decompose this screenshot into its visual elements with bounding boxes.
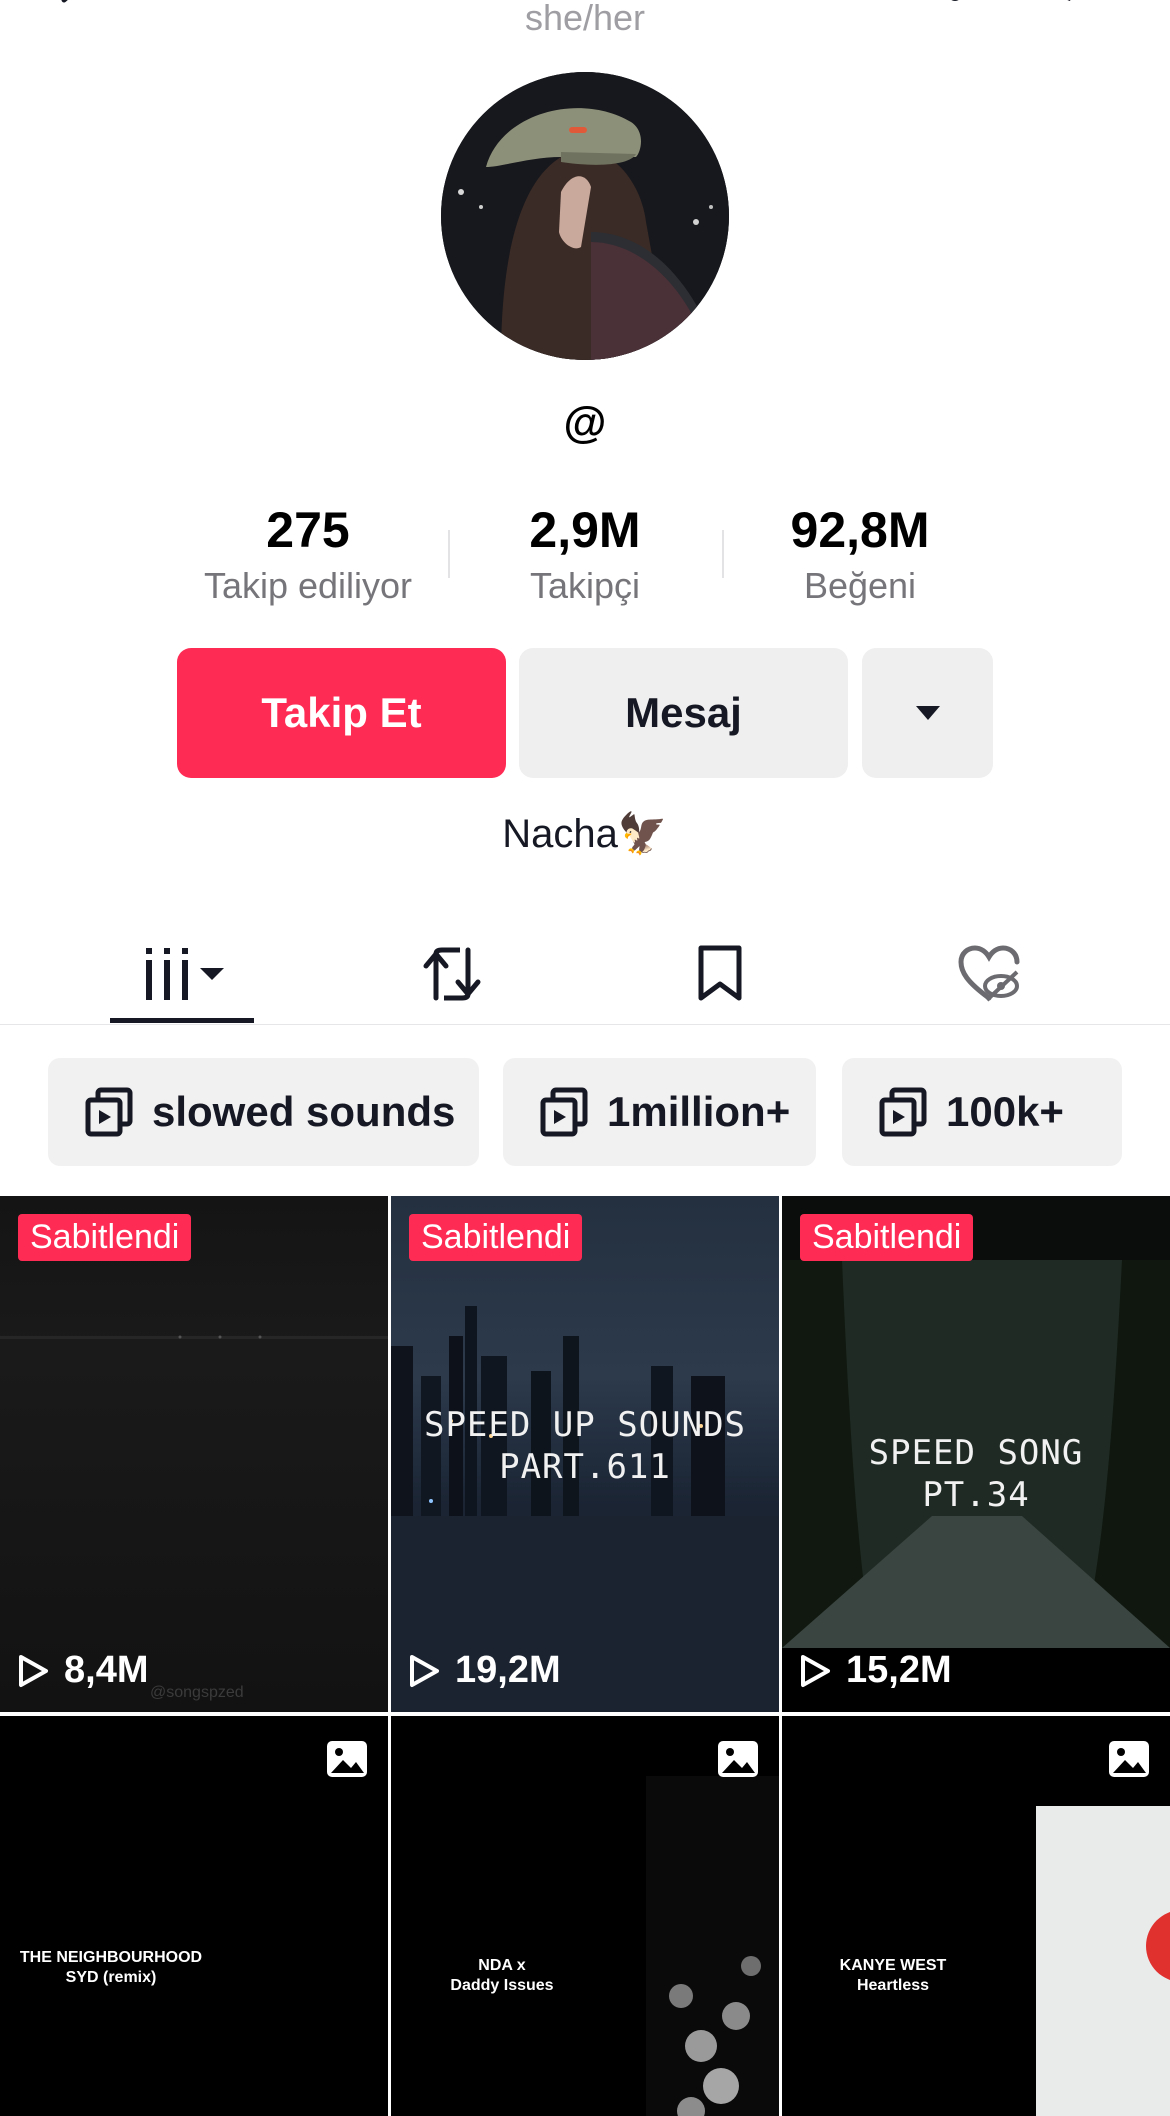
- photo-icon: [327, 1741, 367, 1777]
- pinned-badge: Sabitlendi: [800, 1214, 974, 1261]
- notification-bell-icon[interactable]: [935, 0, 975, 16]
- cover-line: SYD (remix): [65, 1969, 157, 1986]
- cover-line: NDA x: [478, 1957, 526, 1974]
- overlay-line: PART.611: [499, 1447, 671, 1487]
- cover-title: THE NEIGHBOURHOOD SYD (remix): [0, 1948, 222, 1988]
- video-overlay-title: SPEED UP SOUNDS PART.611: [391, 1404, 779, 1488]
- video-thumbnail[interactable]: Sabitlendi SPEED UP SOUNDS PART.611 19,2…: [391, 1196, 779, 1712]
- suggested-accounts-button[interactable]: [862, 648, 993, 778]
- watermark: @songspzed: [150, 1684, 244, 1701]
- video-overlay-title: SPEED SONG PT.34: [782, 1432, 1170, 1516]
- video-thumbnail[interactable]: Sabitlendi SPEED SONG PT.34 15,2M: [782, 1196, 1170, 1712]
- photo-post[interactable]: NDA x Daddy Issues: [391, 1716, 779, 2116]
- cover-line: THE NEIGHBOURHOOD: [19, 1949, 203, 1966]
- stat-value: 92,8M: [790, 502, 930, 558]
- playlist-chip[interactable]: slowed sounds: [48, 1058, 479, 1166]
- stat-followers[interactable]: 2,9M Takipçi: [435, 502, 735, 612]
- stat-value: 275: [266, 502, 350, 558]
- stat-likes[interactable]: 92,8M Beğeni: [710, 502, 1010, 612]
- play-icon: [801, 1654, 830, 1687]
- stat-value: 2,9M: [529, 502, 641, 558]
- photo-icon: [718, 1741, 758, 1777]
- avatar-photo: [441, 72, 729, 360]
- hidden-likes-icon: [958, 945, 1020, 1002]
- stat-label: Takipçi: [529, 565, 641, 606]
- stat-label: Takip ediliyor: [203, 565, 413, 606]
- photo-post[interactable]: KANYE WEST Heartless: [782, 1716, 1170, 2116]
- play-icon: [410, 1654, 439, 1687]
- play-icon: [19, 1654, 48, 1687]
- overlay-line: SPEED SONG: [868, 1433, 1084, 1473]
- tab-videos[interactable]: [110, 926, 254, 1022]
- message-button[interactable]: Mesaj: [519, 648, 848, 778]
- tab-liked[interactable]: [917, 926, 1061, 1022]
- view-count: 8,4M: [16, 1649, 148, 1692]
- view-count: 15,2M: [798, 1649, 952, 1692]
- pinned-badge: Sabitlendi: [18, 1214, 192, 1261]
- view-count-value: 19,2M: [455, 1649, 561, 1691]
- thumbnail-image: [0, 1335, 388, 1339]
- cover-title: NDA x Daddy Issues: [391, 1956, 613, 1996]
- playlist-chip[interactable]: 1million+: [503, 1058, 816, 1166]
- cover-line: KANYE WEST: [839, 1957, 947, 1974]
- playlist-icon: [540, 1087, 588, 1137]
- video-thumbnail[interactable]: Sabitlendi @songspzed 8,4M: [0, 1196, 388, 1712]
- photo-icon: [1109, 1741, 1149, 1777]
- stat-label: Beğeni: [803, 565, 917, 606]
- caret-down-icon: [915, 706, 940, 720]
- view-count-value: 15,2M: [846, 1649, 952, 1691]
- divider: [0, 1024, 1170, 1025]
- pinned-badge: Sabitlendi: [409, 1214, 583, 1261]
- bio: Nacha🦅: [502, 812, 668, 856]
- back-icon[interactable]: [50, 0, 90, 16]
- view-count: 19,2M: [407, 1649, 561, 1692]
- overlay-line: SPEED UP SOUNDS: [423, 1405, 747, 1445]
- cover-title: KANYE WEST Heartless: [782, 1956, 1004, 1996]
- username-handle: @: [563, 398, 607, 447]
- follow-button[interactable]: Takip Et: [177, 648, 506, 778]
- tab-reposts[interactable]: [380, 926, 524, 1022]
- photo-post[interactable]: THE NEIGHBOURHOOD SYD (remix): [0, 1716, 388, 2116]
- pronouns: she/her: [524, 0, 646, 38]
- cover-line: Daddy Issues: [450, 1977, 554, 1994]
- active-tab-indicator: [110, 1018, 254, 1023]
- overlay-line: PT.34: [922, 1475, 1030, 1515]
- stat-following[interactable]: 275 Takip ediliyor: [158, 502, 458, 612]
- playlist-chip[interactable]: 100k+: [842, 1058, 1122, 1166]
- playlist-icon: [85, 1087, 133, 1137]
- playlist-label: 100k+: [946, 1088, 1064, 1135]
- cover-line: Heartless: [856, 1977, 930, 1994]
- avatar[interactable]: [441, 72, 729, 360]
- bookmark-icon: [698, 945, 742, 1001]
- share-icon[interactable]: [1045, 0, 1085, 16]
- video-grid-icon: [146, 948, 224, 1000]
- repost-icon: [423, 947, 481, 1001]
- playlist-icon: [879, 1087, 927, 1137]
- view-count-value: 8,4M: [64, 1649, 149, 1691]
- playlist-label: 1million+: [607, 1088, 791, 1135]
- tab-favorites[interactable]: [648, 926, 792, 1022]
- playlist-label: slowed sounds: [152, 1088, 456, 1135]
